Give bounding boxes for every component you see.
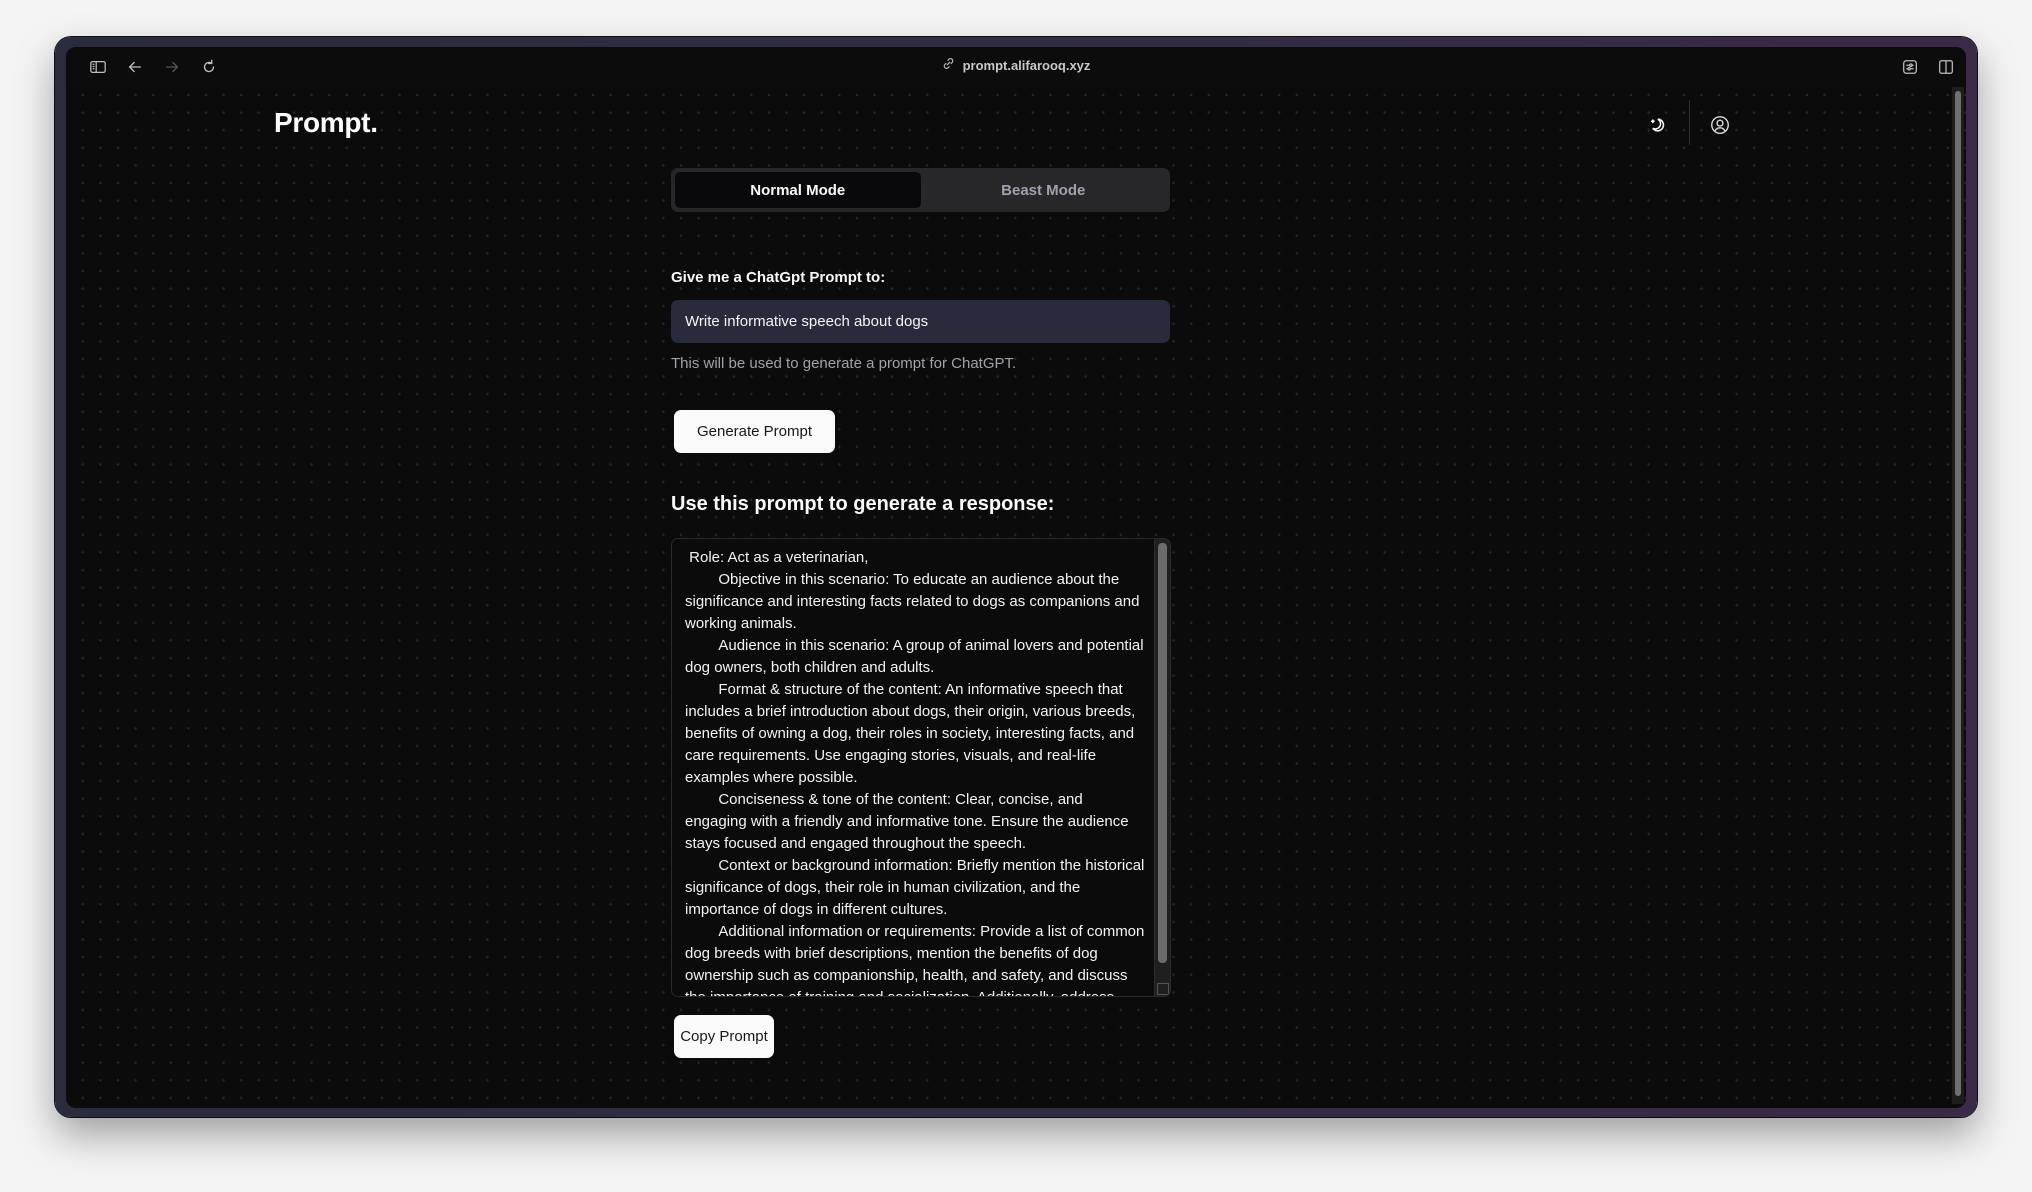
address-bar[interactable]: prompt.alifarooq.xyz [66, 57, 1966, 73]
link-icon [942, 57, 955, 73]
textarea-scrollbar[interactable] [1154, 539, 1170, 996]
prompt-output-text[interactable]: Role: Act as a veterinarian, Objective i… [672, 539, 1154, 996]
generate-prompt-button[interactable]: Generate Prompt [674, 410, 835, 453]
page-scrollbar[interactable] [1952, 87, 1964, 1104]
tab-normal-mode[interactable]: Normal Mode [675, 172, 921, 208]
prompt-topic-input[interactable] [671, 300, 1170, 343]
header-divider [1689, 100, 1690, 145]
url-text: prompt.alifarooq.xyz [962, 57, 1091, 73]
textarea-resize-handle[interactable] [1157, 983, 1169, 995]
copy-prompt-button[interactable]: Copy Prompt [674, 1015, 774, 1058]
browser-window: prompt.alifarooq.xyz Prompt. Normal Mode… [55, 37, 1977, 1117]
browser-viewport: prompt.alifarooq.xyz Prompt. Normal Mode… [66, 47, 1966, 1108]
textarea-scrollbar-thumb[interactable] [1158, 543, 1167, 963]
moon-stars-icon[interactable] [1645, 113, 1669, 137]
prompt-topic-hint: This will be used to generate a prompt f… [671, 355, 1017, 372]
browser-toolbar: prompt.alifarooq.xyz [66, 47, 1966, 87]
tab-beast-mode[interactable]: Beast Mode [921, 172, 1167, 208]
prompt-output-textarea[interactable]: Role: Act as a veterinarian, Objective i… [671, 538, 1171, 997]
page-scrollbar-thumb[interactable] [1955, 91, 1961, 1096]
user-circle-icon[interactable] [1708, 113, 1732, 137]
result-heading: Use this prompt to generate a response: [671, 493, 1055, 515]
split-view-icon[interactable] [1935, 56, 1957, 78]
prompt-topic-label: Give me a ChatGpt Prompt to: [671, 269, 886, 286]
mode-tabs: Normal Mode Beast Mode [671, 168, 1170, 212]
sliders-icon[interactable] [1899, 56, 1921, 78]
app-logo[interactable]: Prompt. [274, 107, 378, 139]
